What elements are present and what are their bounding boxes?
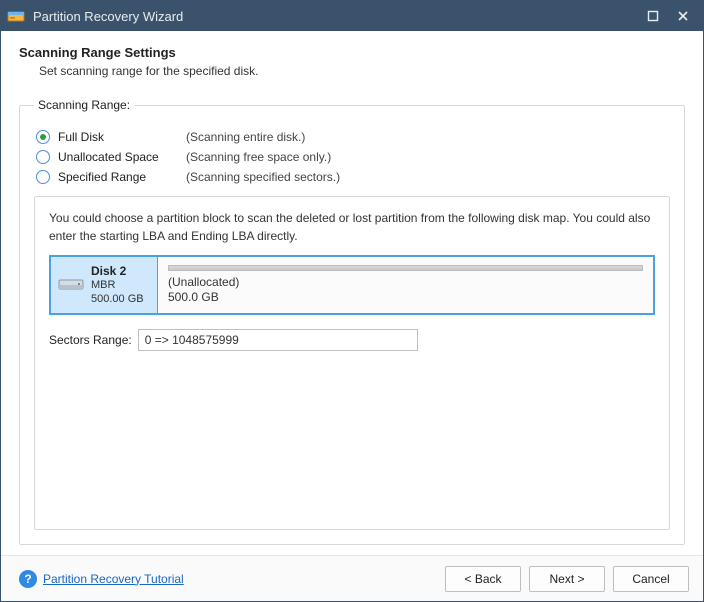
radio-desc: (Scanning specified sectors.): [186, 170, 340, 184]
disk-size: 500.00 GB: [91, 293, 144, 307]
fieldset-legend: Scanning Range:: [34, 98, 134, 112]
partition-size: 500.0 GB: [168, 290, 219, 304]
content-area: Scanning Range Settings Set scanning ran…: [1, 31, 703, 555]
app-icon: [7, 7, 25, 25]
radio-label: Specified Range: [58, 170, 178, 184]
radio-icon[interactable]: [36, 150, 50, 164]
sectors-row: Sectors Range:: [49, 329, 655, 351]
radio-option-unallocated[interactable]: Unallocated Space (Scanning free space o…: [36, 150, 670, 164]
footer: ? Partition Recovery Tutorial < Back Nex…: [1, 555, 703, 601]
disk-header: Disk 2 MBR 500.00 GB: [51, 257, 157, 313]
disk-row[interactable]: Disk 2 MBR 500.00 GB (Unallocated) 500.0…: [49, 255, 655, 315]
partition-bar: [168, 265, 643, 271]
sectors-input[interactable]: [138, 329, 418, 351]
radio-desc: (Scanning entire disk.): [186, 130, 305, 144]
disk-name: Disk 2: [91, 264, 144, 279]
window-title: Partition Recovery Wizard: [33, 9, 645, 24]
radio-label: Unallocated Space: [58, 150, 178, 164]
titlebar: Partition Recovery Wizard: [1, 1, 703, 31]
radio-label: Full Disk: [58, 130, 178, 144]
disk-scheme: MBR: [91, 279, 144, 293]
scanning-range-fieldset: Scanning Range: Full Disk (Scanning enti…: [19, 98, 685, 545]
wizard-window: Partition Recovery Wizard Scanning Range…: [0, 0, 704, 602]
maximize-button[interactable]: [645, 8, 661, 24]
radio-icon[interactable]: [36, 130, 50, 144]
page-subtitle: Set scanning range for the specified dis…: [39, 64, 685, 78]
radio-option-specified[interactable]: Specified Range (Scanning specified sect…: [36, 170, 670, 184]
page-title: Scanning Range Settings: [19, 45, 685, 60]
radio-desc: (Scanning free space only.): [186, 150, 331, 164]
radio-icon[interactable]: [36, 170, 50, 184]
next-button[interactable]: Next >: [529, 566, 605, 592]
cancel-button[interactable]: Cancel: [613, 566, 689, 592]
partition-name: (Unallocated): [168, 275, 239, 289]
back-button[interactable]: < Back: [445, 566, 521, 592]
radio-option-full-disk[interactable]: Full Disk (Scanning entire disk.): [36, 130, 670, 144]
help-icon[interactable]: ?: [19, 570, 37, 588]
partition-block[interactable]: (Unallocated) 500.0 GB: [157, 257, 653, 313]
radio-group: Full Disk (Scanning entire disk.) Unallo…: [36, 130, 670, 184]
helptext: You could choose a partition block to sc…: [49, 209, 655, 245]
disk-meta: Disk 2 MBR 500.00 GB: [91, 264, 144, 307]
partition-label: (Unallocated) 500.0 GB: [168, 275, 643, 305]
close-button[interactable]: [675, 8, 691, 24]
sectors-label: Sectors Range:: [49, 333, 132, 347]
disk-map-box: You could choose a partition block to sc…: [34, 196, 670, 530]
titlebar-controls: [645, 8, 697, 24]
help-link-wrap: ? Partition Recovery Tutorial: [19, 570, 437, 588]
disk-icon: [57, 277, 85, 293]
help-link[interactable]: Partition Recovery Tutorial: [43, 572, 184, 586]
